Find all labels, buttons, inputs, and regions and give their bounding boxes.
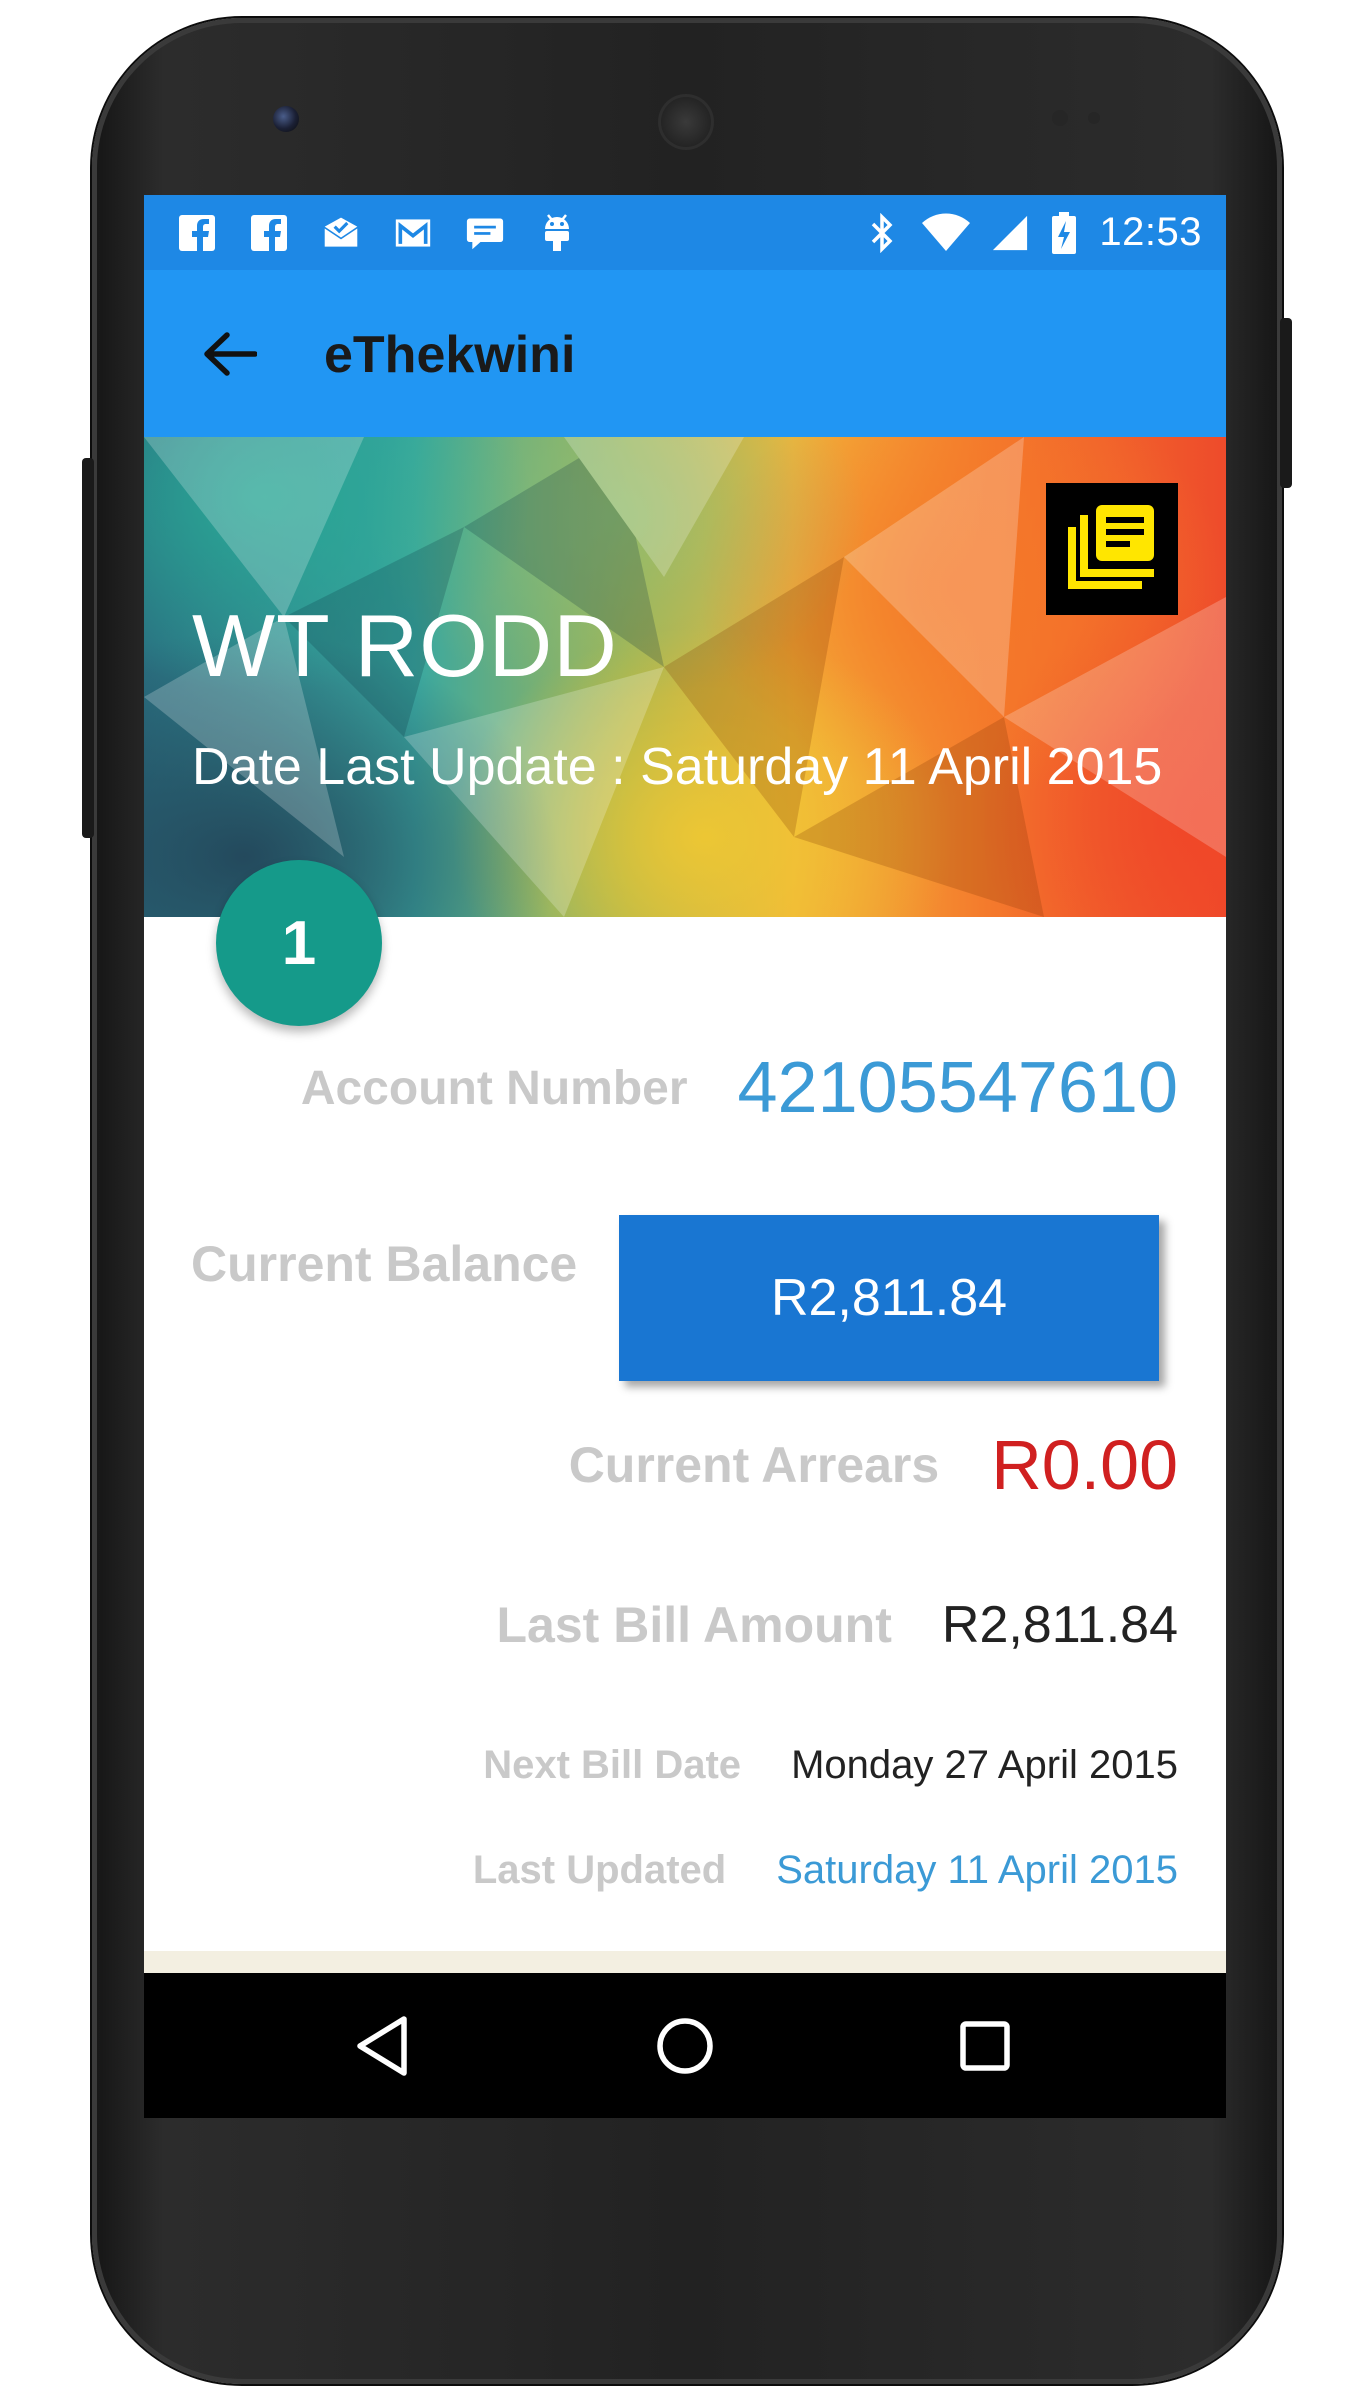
chat-icon (466, 214, 504, 252)
arrow-left-icon (204, 332, 257, 376)
nav-back-button[interactable] (344, 2008, 420, 2084)
wifi-icon (921, 212, 971, 252)
app-bar: eThekwini (144, 270, 1226, 437)
last-updated-value: Saturday 11 April 2015 (776, 1847, 1178, 1892)
account-index-badge: 1 (216, 860, 382, 1026)
notification-icons (144, 213, 576, 252)
home-nav-icon (657, 2018, 713, 2074)
facebook-icon (178, 214, 216, 252)
volume-button (82, 458, 94, 838)
current-balance-button[interactable]: R2,811.84 (619, 1215, 1159, 1381)
next-bill-date-row: Next Bill Date Monday 27 April 2015 (483, 1730, 1178, 1800)
account-number-row: Account Number 42105547610 (301, 1043, 1178, 1133)
date-last-update: Date Last Update : Saturday 11 April 201… (192, 737, 1162, 797)
current-arrears-label: Current Arrears (568, 1437, 940, 1493)
date-last-update-label: Date Last Update : (192, 738, 626, 796)
android-debug-icon (538, 213, 576, 252)
clock: 12:53 (1099, 210, 1202, 254)
back-button[interactable] (194, 318, 266, 390)
light-sensor (1088, 112, 1100, 124)
account-hero-banner: WT RODD Date Last Update : Saturday 11 A… (144, 437, 1226, 917)
account-holder-name: WT RODD (192, 596, 618, 695)
next-bill-date-label: Next Bill Date (483, 1742, 742, 1787)
facebook-icon (250, 214, 288, 252)
battery-charging-icon (1049, 211, 1079, 254)
nav-home-button[interactable] (647, 2008, 723, 2084)
last-bill-amount-value: R2,811.84 (941, 1596, 1178, 1654)
back-nav-icon (357, 2016, 407, 2076)
last-bill-amount-label: Last Bill Amount (496, 1597, 892, 1653)
current-arrears-value: R0.00 (991, 1426, 1178, 1504)
list-divider (144, 1951, 1226, 1973)
documents-icon (1068, 505, 1154, 589)
last-updated-row: Last Updated Saturday 11 April 2015 (473, 1835, 1178, 1905)
app-title: eThekwini (324, 326, 576, 384)
next-bill-date-value: Monday 27 April 2015 (791, 1742, 1178, 1787)
current-balance-label: Current Balance (191, 1236, 578, 1292)
bluetooth-icon (863, 212, 901, 253)
proximity-sensor (1052, 110, 1068, 126)
date-last-update-value: Saturday 11 April 2015 (640, 738, 1163, 796)
power-button (1280, 318, 1292, 488)
screen: 12:53 eThekwini WT RODD Date Last Update… (144, 195, 1226, 2118)
front-camera (273, 106, 299, 132)
recents-nav-icon (960, 2021, 1010, 2071)
nav-recents-button[interactable] (947, 2008, 1023, 2084)
current-arrears-row: Current Arrears R0.00 (569, 1415, 1178, 1515)
account-number-label: Account Number (300, 1061, 688, 1115)
system-icons: 12:53 (863, 195, 1202, 270)
gmail-icon (394, 214, 432, 252)
signal-icon (991, 214, 1029, 252)
inbox-check-icon (322, 214, 360, 252)
statements-button[interactable] (1046, 483, 1178, 615)
last-updated-label: Last Updated (472, 1847, 727, 1892)
status-bar: 12:53 (144, 195, 1226, 270)
earpiece-speaker (658, 94, 714, 150)
last-bill-amount-row: Last Bill Amount R2,811.84 (497, 1580, 1178, 1670)
account-number-value: 42105547610 (737, 1048, 1178, 1128)
navigation-bar (144, 1973, 1226, 2118)
